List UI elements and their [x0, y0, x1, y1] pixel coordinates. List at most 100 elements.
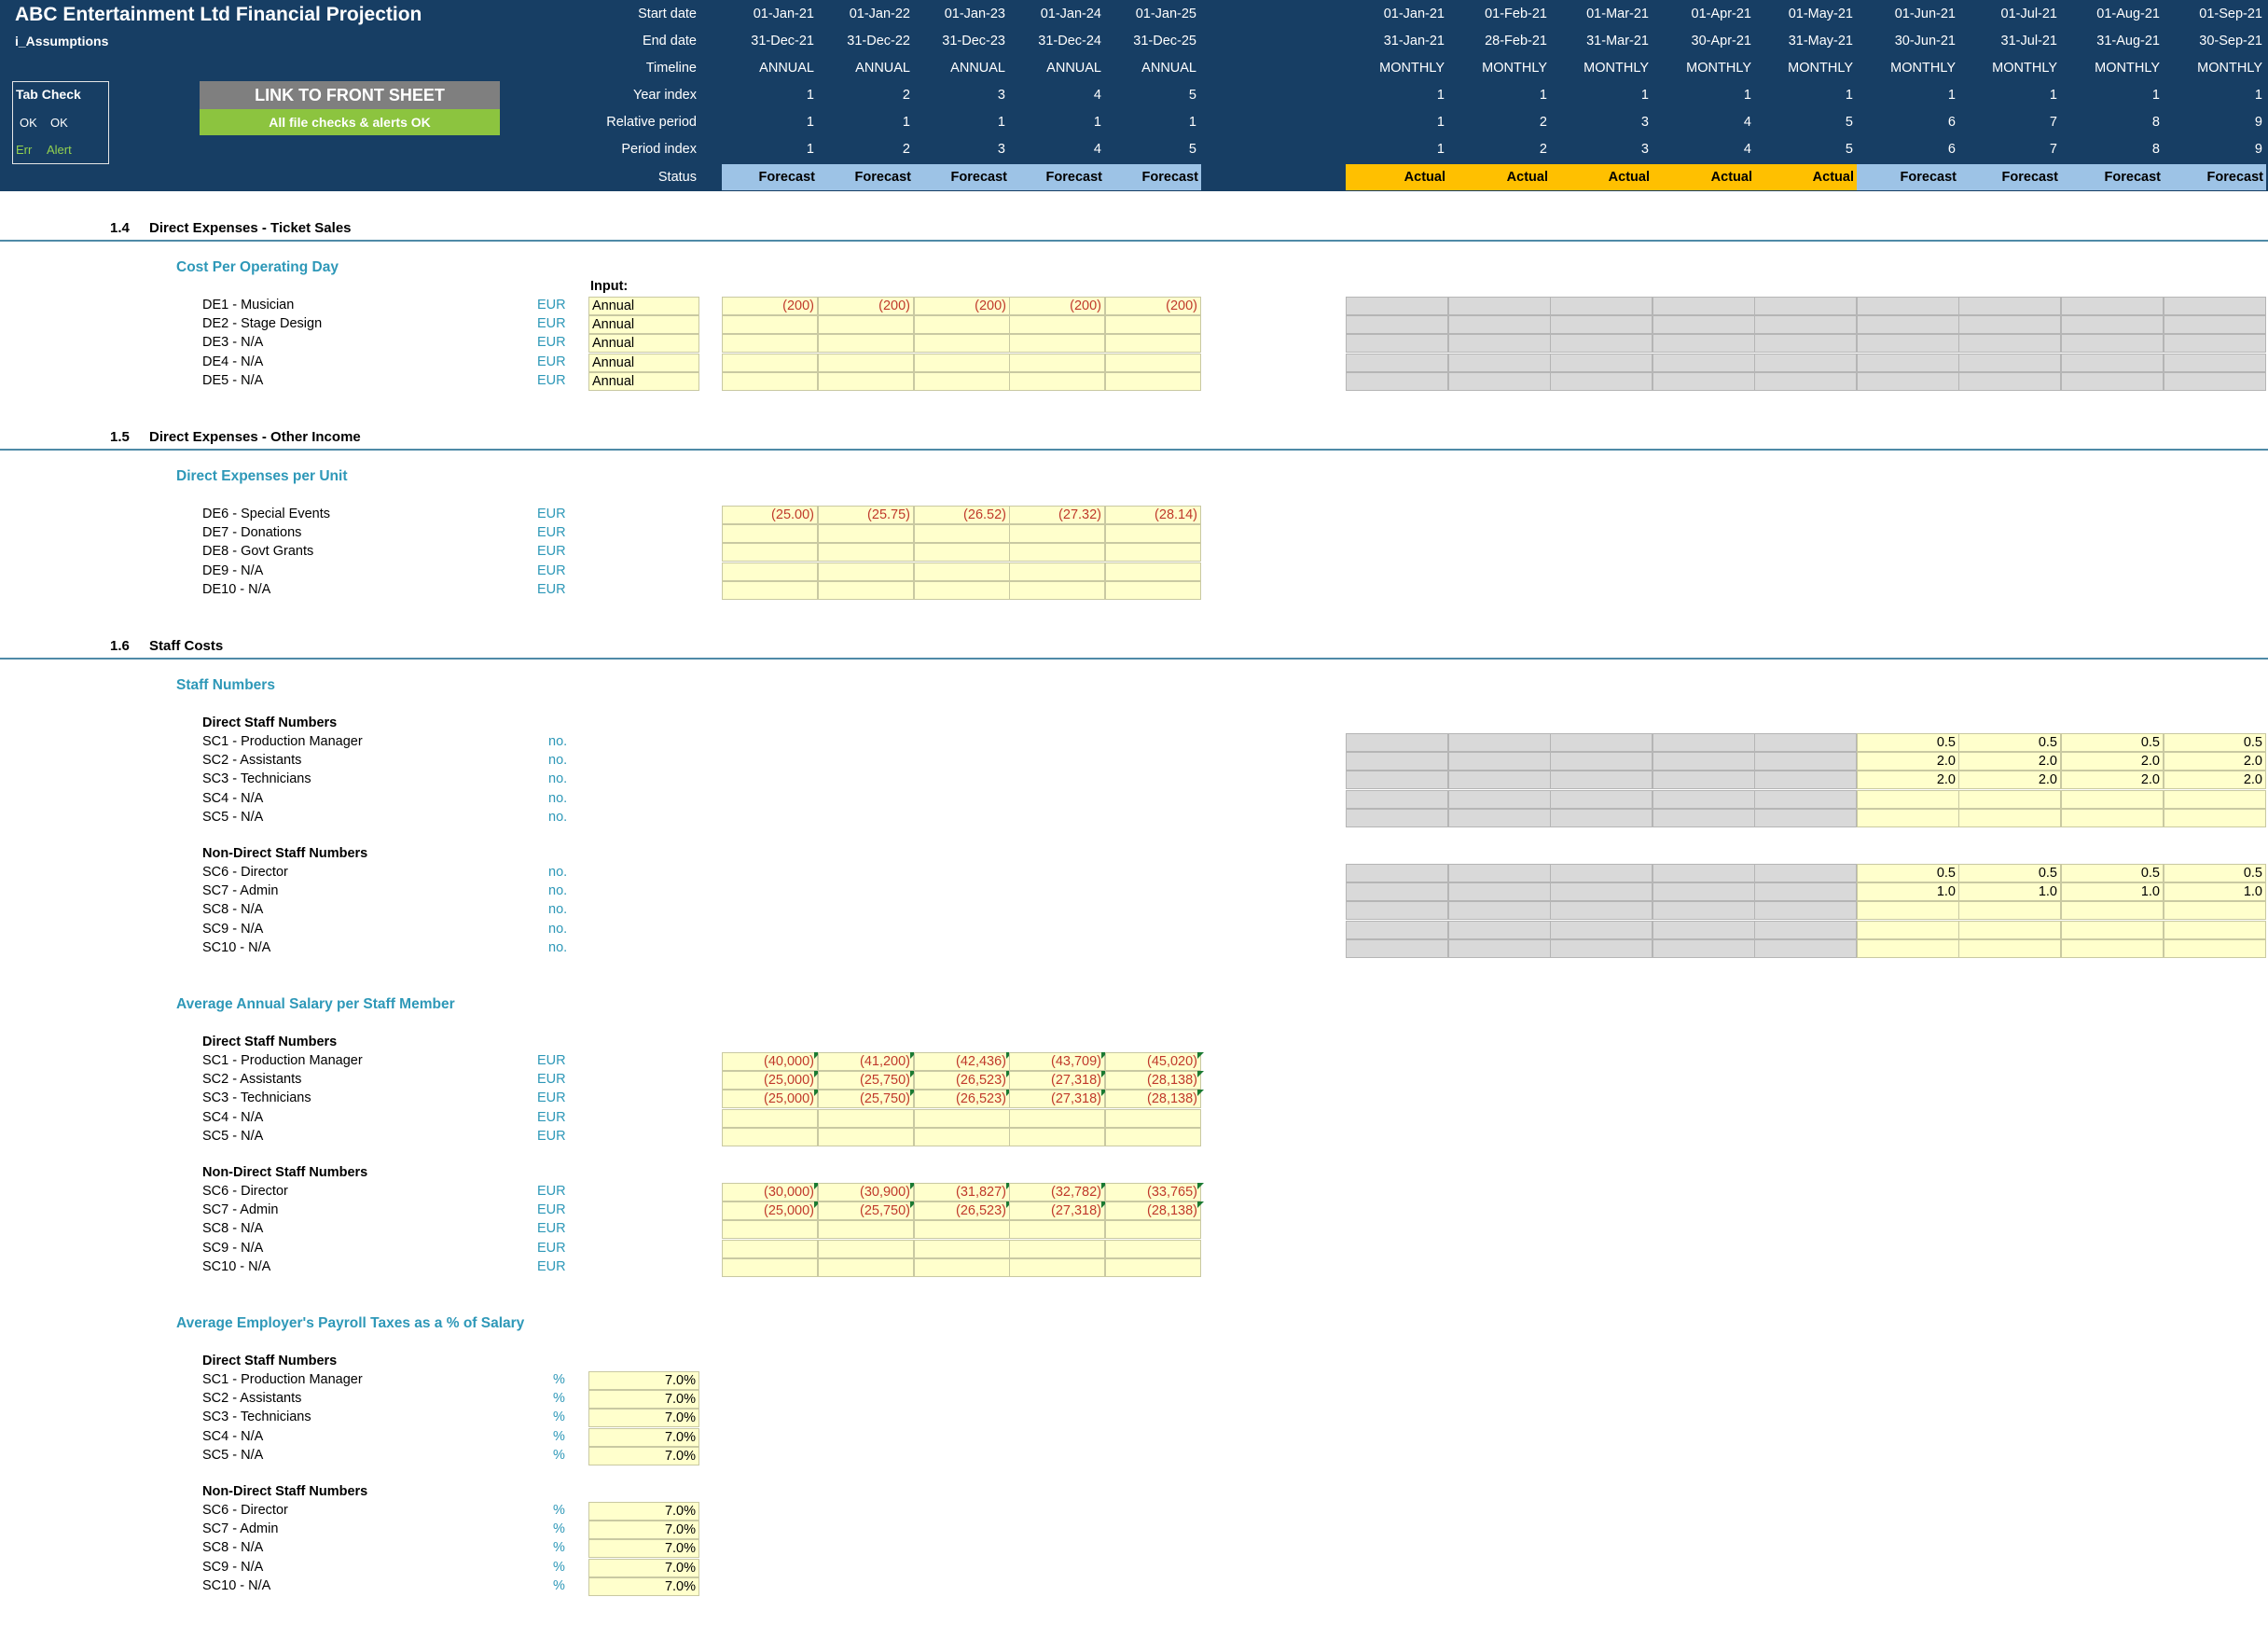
- percent-input[interactable]: 7.0%: [588, 1390, 699, 1410]
- input-cell[interactable]: [914, 562, 1010, 581]
- input-cell[interactable]: (30,000): [722, 1183, 818, 1201]
- input-cell[interactable]: (28,138): [1105, 1090, 1201, 1109]
- input-cell[interactable]: 1.0: [1857, 882, 1959, 902]
- input-cell[interactable]: [1105, 1257, 1201, 1277]
- input-cell[interactable]: (28,138): [1105, 1071, 1201, 1090]
- input-cell[interactable]: [1105, 371, 1201, 391]
- input-cell[interactable]: [914, 524, 1010, 544]
- input-cell[interactable]: (33,765): [1105, 1183, 1201, 1201]
- input-cell[interactable]: [914, 1108, 1010, 1128]
- input-cell[interactable]: (26,523): [914, 1071, 1010, 1090]
- input-cell[interactable]: 2.0: [2061, 771, 2164, 790]
- input-cell[interactable]: [1009, 1257, 1105, 1277]
- input-cell[interactable]: [818, 371, 914, 391]
- input-cell[interactable]: 0.5: [2061, 733, 2164, 752]
- input-cell[interactable]: [914, 1220, 1010, 1240]
- link-to-front-sheet-button[interactable]: LINK TO FRONT SHEET: [200, 81, 500, 109]
- input-cell[interactable]: (42,436): [914, 1052, 1010, 1071]
- input-cell[interactable]: [914, 371, 1010, 391]
- input-cell[interactable]: [914, 1239, 1010, 1258]
- input-cell[interactable]: [818, 334, 914, 354]
- input-cell[interactable]: [722, 524, 818, 544]
- input-cell[interactable]: [722, 315, 818, 335]
- input-cell[interactable]: [1009, 1239, 1105, 1258]
- input-cell[interactable]: [1105, 353, 1201, 372]
- input-cell[interactable]: [1105, 524, 1201, 544]
- input-cell[interactable]: [818, 1108, 914, 1128]
- input-cell[interactable]: (27,318): [1009, 1071, 1105, 1090]
- input-cell[interactable]: [722, 1239, 818, 1258]
- input-cell[interactable]: (25,000): [722, 1090, 818, 1109]
- input-cell[interactable]: [2164, 808, 2266, 827]
- input-cell[interactable]: [914, 1257, 1010, 1277]
- input-cell[interactable]: [1009, 1127, 1105, 1146]
- input-cell[interactable]: [2164, 920, 2266, 939]
- input-cell[interactable]: (26,523): [914, 1201, 1010, 1221]
- frequency-input[interactable]: Annual: [588, 334, 699, 354]
- input-cell[interactable]: [2164, 901, 2266, 921]
- input-cell[interactable]: [722, 562, 818, 581]
- input-cell[interactable]: [2061, 808, 2164, 827]
- input-cell[interactable]: [818, 580, 914, 600]
- input-cell[interactable]: [1105, 1108, 1201, 1128]
- input-cell[interactable]: [914, 543, 1010, 562]
- input-cell[interactable]: 0.5: [1857, 864, 1959, 882]
- frequency-input[interactable]: Annual: [588, 371, 699, 391]
- input-cell[interactable]: 1.0: [1958, 882, 2061, 902]
- input-cell[interactable]: [722, 543, 818, 562]
- input-cell[interactable]: [2061, 901, 2164, 921]
- input-cell[interactable]: [818, 1239, 914, 1258]
- input-cell[interactable]: [1857, 920, 1959, 939]
- input-cell[interactable]: (200): [1009, 297, 1105, 315]
- input-cell[interactable]: [722, 1127, 818, 1146]
- percent-input[interactable]: 7.0%: [588, 1521, 699, 1540]
- input-cell[interactable]: [914, 315, 1010, 335]
- input-cell[interactable]: [1105, 543, 1201, 562]
- input-cell[interactable]: (43,709): [1009, 1052, 1105, 1071]
- input-cell[interactable]: [1958, 789, 2061, 809]
- input-cell[interactable]: [914, 580, 1010, 600]
- input-cell[interactable]: [818, 562, 914, 581]
- input-cell[interactable]: (25,000): [722, 1071, 818, 1090]
- input-cell[interactable]: [1105, 334, 1201, 354]
- input-cell[interactable]: [2061, 938, 2164, 958]
- input-cell[interactable]: [1105, 315, 1201, 335]
- input-cell[interactable]: [818, 1257, 914, 1277]
- input-cell[interactable]: [2061, 920, 2164, 939]
- input-cell[interactable]: [818, 1127, 914, 1146]
- percent-input[interactable]: 7.0%: [588, 1539, 699, 1559]
- input-cell[interactable]: (32,782): [1009, 1183, 1105, 1201]
- input-cell[interactable]: [1009, 562, 1105, 581]
- percent-input[interactable]: 7.0%: [588, 1576, 699, 1596]
- input-cell[interactable]: [818, 315, 914, 335]
- input-cell[interactable]: [722, 334, 818, 354]
- input-cell[interactable]: (200): [914, 297, 1010, 315]
- input-cell[interactable]: [1857, 938, 1959, 958]
- input-cell[interactable]: 2.0: [2164, 771, 2266, 790]
- input-cell[interactable]: 2.0: [2061, 752, 2164, 771]
- input-cell[interactable]: [1105, 580, 1201, 600]
- input-cell[interactable]: [1105, 1127, 1201, 1146]
- input-cell[interactable]: [818, 524, 914, 544]
- percent-input[interactable]: 7.0%: [588, 1558, 699, 1577]
- input-cell[interactable]: (25,750): [818, 1090, 914, 1109]
- input-cell[interactable]: [818, 543, 914, 562]
- input-cell[interactable]: (200): [1105, 297, 1201, 315]
- input-cell[interactable]: [2164, 938, 2266, 958]
- input-cell[interactable]: 2.0: [1958, 771, 2061, 790]
- input-cell[interactable]: [1958, 901, 2061, 921]
- input-cell[interactable]: 2.0: [2164, 752, 2266, 771]
- input-cell[interactable]: [1857, 808, 1959, 827]
- input-cell[interactable]: [2164, 789, 2266, 809]
- input-cell[interactable]: (27,318): [1009, 1090, 1105, 1109]
- input-cell[interactable]: [1009, 524, 1105, 544]
- input-cell[interactable]: [914, 334, 1010, 354]
- input-cell[interactable]: 0.5: [1857, 733, 1959, 752]
- percent-input[interactable]: 7.0%: [588, 1502, 699, 1521]
- input-cell[interactable]: [818, 1220, 914, 1240]
- input-cell[interactable]: [818, 353, 914, 372]
- input-cell[interactable]: (25,000): [722, 1201, 818, 1221]
- input-cell[interactable]: (200): [722, 297, 818, 315]
- input-cell[interactable]: (31,827): [914, 1183, 1010, 1201]
- input-cell[interactable]: (41,200): [818, 1052, 914, 1071]
